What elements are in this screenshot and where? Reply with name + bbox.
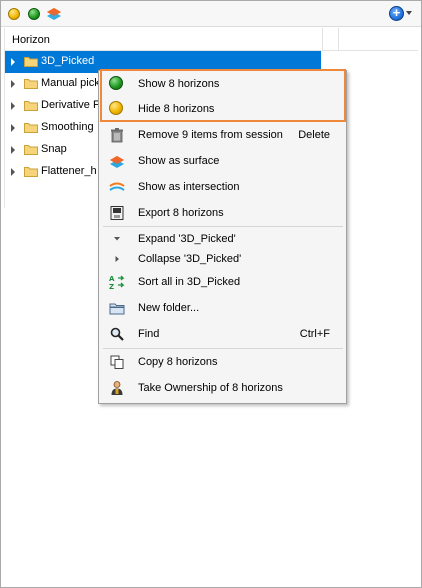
menu-item-label: Sort all in 3D_Picked [138, 276, 241, 288]
menu-item-remove[interactable]: Remove 9 items from session Delete [99, 123, 346, 147]
menu-item-label: Find [138, 328, 160, 340]
menu-item-label: Hide 8 horizons [138, 103, 215, 115]
magnifier-icon [110, 327, 124, 341]
toolbar [1, 1, 421, 27]
svg-text:Z: Z [109, 283, 114, 290]
menu-item-label: Show as surface [138, 155, 220, 167]
menu-item-label: Show 8 horizons [138, 78, 220, 90]
menu-item-label: Remove 9 items from session [138, 129, 283, 141]
menu-separator [103, 348, 343, 349]
expand-arrow-icon [114, 237, 120, 241]
menu-item-sort[interactable]: A Z Sort all in 3D_Picked [99, 270, 346, 294]
menu-item-hide-horizons[interactable]: Hide 8 horizons [99, 97, 346, 121]
expand-arrow-icon[interactable] [11, 58, 15, 66]
menu-item-take-ownership[interactable]: Take Ownership of 8 horizons [99, 376, 346, 400]
column-header-row: Horizon [4, 28, 418, 51]
add-plus-icon[interactable]: + [389, 6, 404, 21]
trash-icon [111, 128, 123, 143]
menu-item-label: New folder... [138, 302, 200, 314]
folder-icon [24, 101, 38, 111]
tree-item-label: Snap [41, 143, 67, 155]
folder-icon [24, 145, 38, 155]
menu-item-label: Export 8 horizons [138, 207, 224, 219]
menu-item-label: Expand '3D_Picked' [138, 233, 236, 245]
column-header-horizon[interactable]: Horizon [12, 34, 50, 46]
tree-item-label: 3D_Picked [41, 55, 95, 67]
folder-icon [24, 79, 38, 89]
menu-shortcut: Ctrl+F [299, 328, 330, 340]
export-icon [110, 206, 124, 220]
folder-icon [24, 123, 38, 133]
expand-arrow-icon[interactable] [11, 146, 15, 154]
add-dropdown-caret-icon[interactable] [406, 11, 412, 15]
menu-item-collapse[interactable]: Collapse '3D_Picked' [99, 247, 346, 271]
tree-item-label: Derivative F [41, 99, 100, 111]
menu-item-new-folder[interactable]: New folder... [99, 296, 346, 320]
menu-item-show-horizons[interactable]: Show 8 horizons [99, 72, 346, 96]
green-ball-icon[interactable] [28, 8, 40, 20]
menu-item-label: Collapse '3D_Picked' [138, 253, 242, 265]
menu-shortcut: Delete [298, 129, 330, 141]
yellow-ball-icon [109, 101, 123, 115]
expand-arrow-icon[interactable] [11, 124, 15, 132]
expand-arrow-icon[interactable] [11, 80, 15, 88]
green-ball-icon [109, 76, 123, 90]
tree-item-label: Flattener_h [41, 165, 97, 177]
collapse-arrow-icon [115, 256, 119, 262]
menu-item-label: Show as intersection [138, 181, 240, 193]
folder-icon [24, 167, 38, 177]
menu-item-export[interactable]: Export 8 horizons [99, 201, 346, 225]
new-folder-icon [109, 303, 125, 315]
copy-icon [110, 355, 124, 369]
sort-icon: A Z [109, 275, 125, 290]
folder-icon [24, 57, 38, 67]
menu-item-find[interactable]: Find Ctrl+F [99, 322, 346, 346]
yellow-ball-icon[interactable] [8, 8, 20, 20]
menu-item-show-intersection[interactable]: Show as intersection [99, 175, 346, 199]
column-divider[interactable] [338, 28, 339, 51]
menu-item-label: Copy 8 horizons [138, 356, 218, 368]
svg-text:A: A [109, 275, 115, 283]
surface-icon [110, 156, 124, 168]
expand-arrow-icon[interactable] [11, 102, 15, 110]
column-divider[interactable] [322, 28, 323, 51]
horizon-stack-icon[interactable] [46, 6, 62, 22]
menu-item-label: Take Ownership of 8 horizons [138, 382, 283, 394]
tree-item-label: Smoothing [41, 121, 94, 133]
tree-item-label: Manual pick [41, 77, 100, 89]
menu-item-copy[interactable]: Copy 8 horizons [99, 350, 346, 374]
expand-arrow-icon[interactable] [11, 168, 15, 176]
intersection-icon [109, 182, 125, 191]
user-icon [111, 381, 123, 395]
menu-item-show-surface[interactable]: Show as surface [99, 149, 346, 173]
